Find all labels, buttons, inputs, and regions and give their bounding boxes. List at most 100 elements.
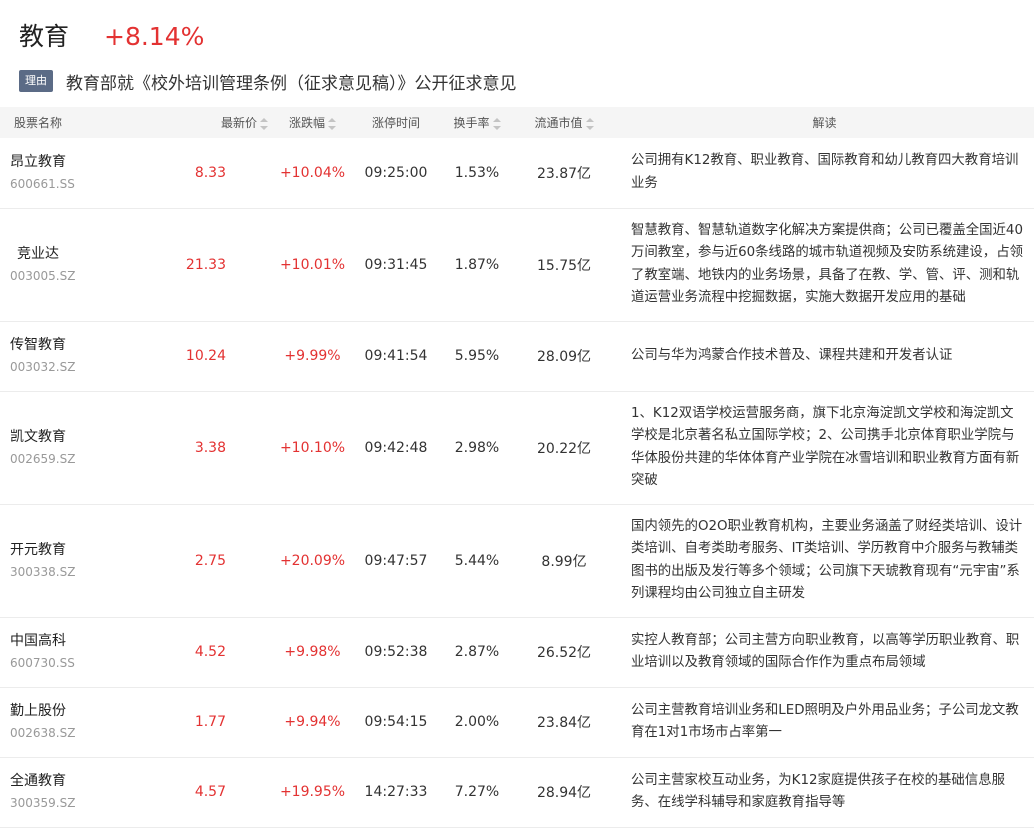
header-turnover[interactable]: 换手率 <box>441 107 513 138</box>
reason-badge: 理由 <box>19 70 53 92</box>
stock-cell[interactable]: 昂立教育 600661.SS <box>0 138 150 208</box>
stock-cell[interactable]: 开元教育 300338.SZ <box>0 504 150 617</box>
desc-cell: 智慧教育、智慧轨道数字化解决方案提供商；公司已覆盖全国近40万间教室，参与近60… <box>631 222 1023 306</box>
stock-name[interactable]: 中国高科 <box>10 631 150 651</box>
stock-cell[interactable]: 凯文教育 002659.SZ <box>0 391 150 504</box>
stock-name[interactable]: 昂立教育 <box>10 152 150 172</box>
stock-code: 003005.SZ <box>10 268 76 283</box>
header-market-cap[interactable]: 流通市值 <box>513 107 615 138</box>
turnover-cell: 1.87% <box>454 256 500 273</box>
table-row[interactable]: 昂立教育 600661.SS 8.33 +10.04% 09:25:00 1.53… <box>0 138 1034 208</box>
time-cell: 09:52:38 <box>364 644 428 660</box>
stock-name[interactable]: 全通教育 <box>10 771 150 791</box>
desc-cell: 公司主营教育培训业务和LED照明及户外用品业务；子公司龙文教育在1对1市场市占率… <box>631 702 1019 741</box>
cap-cell: 8.99亿 <box>541 553 587 570</box>
table-row[interactable]: 全通教育 300359.SZ 4.57 +19.95% 14:27:33 7.27… <box>0 757 1034 827</box>
turnover-cell: 5.95% <box>454 348 500 364</box>
table-header-row: 股票名称 最新价 涨跌幅 涨停时间 换手率 流通市值 解读 <box>0 107 1034 138</box>
stock-code: 300338.SZ <box>10 564 76 579</box>
table-row[interactable]: 中国高科 600730.SS 4.52 +9.98% 09:52:38 2.87%… <box>0 617 1034 687</box>
change-cell: +10.10% <box>279 439 346 456</box>
cap-cell: 20.22亿 <box>536 440 592 457</box>
header-limit-time: 涨停时间 <box>371 116 420 130</box>
stock-name[interactable]: 传智教育 <box>10 335 150 355</box>
turnover-cell: 1.53% <box>454 164 500 181</box>
sort-arrows-icon[interactable] <box>492 117 501 130</box>
change-cell: +19.95% <box>279 784 346 800</box>
header-name: 股票名称 <box>14 116 63 130</box>
header-price[interactable]: 最新价 <box>150 107 274 138</box>
stock-code: 600730.SS <box>10 656 75 670</box>
stock-table: 股票名称 最新价 涨跌幅 涨停时间 换手率 流通市值 解读 昂立教育 600661… <box>0 107 1034 828</box>
header-change-label: 涨跌幅 <box>288 116 325 130</box>
change-cell: +9.98% <box>284 644 341 660</box>
change-cell: +10.01% <box>279 256 346 273</box>
header-market-cap-label: 流通市值 <box>534 116 583 130</box>
header-interpretation: 解读 <box>812 116 837 130</box>
cap-cell: 15.75亿 <box>536 257 592 274</box>
time-cell: 14:27:33 <box>364 784 428 800</box>
cap-cell: 28.94亿 <box>536 785 592 801</box>
desc-cell: 公司与华为鸿蒙合作技术普及、课程共建和开发者认证 <box>631 347 953 363</box>
turnover-cell: 2.98% <box>454 439 500 456</box>
sector-header: 教育 +8.14% 理由 教育部就《校外培训管理条例（征求意见稿）》公开征求意见 <box>0 0 1034 107</box>
sort-arrows-icon[interactable] <box>585 117 594 130</box>
price-cell: 2.75 <box>194 552 226 569</box>
stock-name[interactable]: 竞业达 <box>10 244 150 264</box>
header-price-label: 最新价 <box>220 116 257 130</box>
stock-cell[interactable]: 全通教育 300359.SZ <box>0 757 150 827</box>
stock-cell[interactable]: 传智教育 003032.SZ <box>0 321 150 391</box>
price-cell: 1.77 <box>194 714 226 730</box>
header-turnover-label: 换手率 <box>453 116 490 130</box>
time-cell: 09:42:48 <box>364 439 428 456</box>
stock-code: 002659.SZ <box>10 451 76 466</box>
stock-name[interactable]: 勤上股份 <box>10 701 150 721</box>
price-cell: 8.33 <box>194 164 226 181</box>
price-cell: 10.24 <box>185 348 226 364</box>
table-row[interactable]: 竞业达 003005.SZ 21.33 +10.01% 09:31:45 1.87… <box>0 208 1034 321</box>
turnover-cell: 5.44% <box>454 552 500 569</box>
reason-text[interactable]: 教育部就《校外培训管理条例（征求意见稿）》公开征求意见 <box>66 69 517 94</box>
change-cell: +9.94% <box>284 714 341 730</box>
desc-cell: 实控人教育部；公司主营方向职业教育，以高等学历职业教育、职业培训以及教育领域的国… <box>631 632 1020 671</box>
table-row[interactable]: 勤上股份 002638.SZ 1.77 +9.94% 09:54:15 2.00%… <box>0 687 1034 757</box>
stock-code: 002638.SZ <box>10 726 76 740</box>
cap-cell: 23.87亿 <box>536 165 592 182</box>
stock-code: 600661.SS <box>10 176 75 191</box>
header-change[interactable]: 涨跌幅 <box>274 107 351 138</box>
stock-cell[interactable]: 竞业达 003005.SZ <box>0 208 150 321</box>
change-cell: +20.09% <box>279 552 346 569</box>
desc-cell: 公司主营家校互动业务，为K12家庭提供孩子在校的基础信息服务、在线学科辅导和家庭… <box>631 772 1005 811</box>
stock-code: 003032.SZ <box>10 360 76 374</box>
stock-cell[interactable]: 中国高科 600730.SS <box>0 617 150 687</box>
sector-name: 教育 <box>19 22 70 51</box>
time-cell: 09:54:15 <box>364 714 428 730</box>
cap-cell: 23.84亿 <box>536 715 592 731</box>
time-cell: 09:25:00 <box>364 164 428 181</box>
stock-cell[interactable]: 勤上股份 002638.SZ <box>0 687 150 757</box>
price-cell: 4.52 <box>194 644 226 660</box>
desc-cell: 公司拥有K12教育、职业教育、国际教育和幼儿教育四大教育培训业务 <box>631 153 1019 191</box>
table-row[interactable]: 传智教育 003032.SZ 10.24 +9.99% 09:41:54 5.95… <box>0 321 1034 391</box>
price-cell: 4.57 <box>194 784 226 800</box>
reason-row: 理由 教育部就《校外培训管理条例（征求意见稿）》公开征求意见 <box>19 68 517 94</box>
turnover-cell: 2.00% <box>454 714 500 730</box>
price-cell: 21.33 <box>185 256 226 273</box>
turnover-cell: 2.87% <box>454 644 500 660</box>
table-row[interactable]: 凯文教育 002659.SZ 3.38 +10.10% 09:42:48 2.98… <box>0 391 1034 504</box>
change-cell: +10.04% <box>279 164 346 181</box>
cap-cell: 28.09亿 <box>536 349 592 365</box>
desc-cell: 国内领先的O2O职业教育机构，主要业务涵盖了财经类培训、设计类培训、自考类助考服… <box>631 518 1023 602</box>
sort-arrows-icon[interactable] <box>260 117 268 130</box>
cap-cell: 26.52亿 <box>536 645 592 661</box>
desc-cell: 1、K12双语学校运营服务商，旗下北京海淀凯文学校和海淀凯文学校是北京著名私立国… <box>631 405 1020 489</box>
time-cell: 09:47:57 <box>364 552 428 569</box>
stock-code: 300359.SZ <box>10 796 76 810</box>
table-row[interactable]: 开元教育 300338.SZ 2.75 +20.09% 09:47:57 5.44… <box>0 504 1034 617</box>
stock-name[interactable]: 凯文教育 <box>10 427 150 447</box>
stock-name[interactable]: 开元教育 <box>10 540 150 560</box>
price-cell: 3.38 <box>194 439 226 456</box>
sort-arrows-icon[interactable] <box>328 117 336 130</box>
change-cell: +9.99% <box>284 348 341 364</box>
sector-change: +8.14% <box>104 22 205 51</box>
